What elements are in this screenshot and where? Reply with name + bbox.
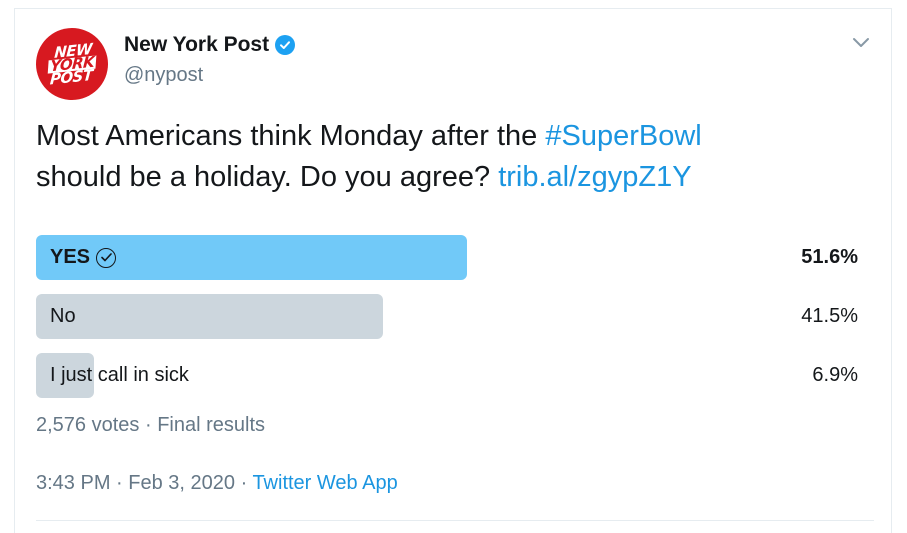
poll-percent: 6.9% — [812, 364, 858, 386]
poll-choice-label: No — [50, 294, 76, 339]
separator: · — [110, 472, 129, 494]
source-app-link[interactable]: Twitter Web App — [252, 472, 397, 494]
hashtag-link[interactable]: #SuperBowl — [545, 120, 701, 152]
separator: · — [139, 414, 158, 436]
vote-count: 2,576 votes — [36, 414, 140, 436]
poll-meta: 2,576 votes · Final results — [36, 414, 265, 437]
poll-percent: 51.6% — [801, 246, 858, 268]
tweet-text-part: Most Americans think Monday after the — [36, 120, 546, 152]
poll-status: Final results — [157, 414, 266, 436]
author-handle[interactable]: @nypost — [124, 64, 203, 87]
poll-percent: 41.5% — [801, 305, 858, 327]
more-options-chevron-down-icon[interactable] — [850, 32, 872, 54]
tweet-text: Most Americans think Monday after the #S… — [36, 116, 856, 198]
tweet-text-part: should be a holiday. Do you agree? — [36, 161, 499, 193]
poll-choice: YES 51.6% — [36, 235, 862, 280]
logo-line-3: POST — [49, 65, 94, 89]
selected-check-icon — [96, 247, 117, 268]
nypost-logo: NEW YORK POST — [47, 39, 98, 89]
poll-choice-text: YES — [50, 246, 91, 268]
poll-choice-text: I just call in sick — [50, 364, 189, 386]
display-name[interactable]: New York Post — [124, 33, 269, 57]
poll-choice: I just call in sick 6.9% — [36, 353, 862, 398]
tweet-date[interactable]: Feb 3, 2020 — [128, 472, 235, 494]
poll-choice-label: I just call in sick — [50, 353, 189, 398]
poll-choice-text: No — [50, 305, 76, 327]
divider — [36, 520, 874, 521]
tweet-time[interactable]: 3:43 PM — [36, 472, 110, 494]
poll-choice: No 41.5% — [36, 294, 862, 339]
tweet-timestamp: 3:43 PM · Feb 3, 2020 · Twitter Web App — [36, 472, 398, 495]
poll-choice-label: YES — [50, 235, 117, 280]
author-name-row[interactable]: New York Post — [124, 33, 296, 57]
url-link[interactable]: trib.al/zgypZ1Y — [498, 161, 691, 193]
verified-badge-icon — [275, 35, 296, 55]
separator: · — [235, 472, 253, 494]
poll-bar — [36, 294, 383, 339]
